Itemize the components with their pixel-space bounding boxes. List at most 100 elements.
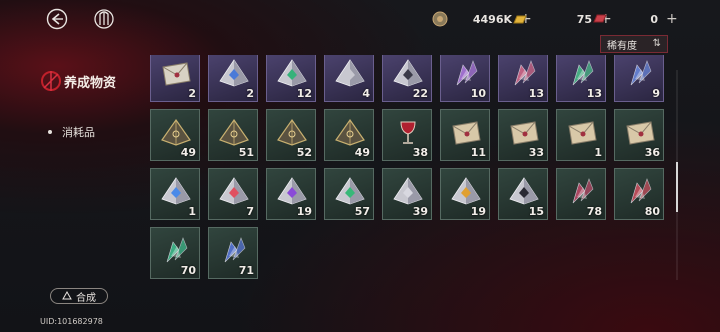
- item-count: 71: [238, 264, 254, 277]
- letter-icon: [162, 62, 191, 86]
- inventory-item-slot[interactable]: 49: [324, 109, 374, 161]
- item-count: 49: [354, 146, 370, 159]
- inventory-item-slot[interactable]: 1: [150, 168, 200, 220]
- home-emblem-icon[interactable]: [94, 8, 114, 30]
- inventory-item-slot[interactable]: 13: [556, 55, 606, 102]
- item-count: 2: [188, 87, 196, 100]
- item-count: 9: [652, 87, 660, 100]
- inventory-item-slot[interactable]: 2: [208, 55, 258, 102]
- gold-pyramid-icon: [335, 118, 365, 146]
- inventory-item-slot[interactable]: 33: [498, 109, 548, 161]
- inventory-item-slot[interactable]: 71: [208, 227, 258, 279]
- compose-icon: [62, 291, 72, 300]
- inventory-item-slot[interactable]: 1: [556, 109, 606, 161]
- resource-ticket-add-button[interactable]: +: [666, 11, 678, 27]
- letter-icon: [510, 121, 539, 145]
- item-count: 1: [594, 146, 602, 159]
- item-count: 70: [180, 264, 196, 277]
- item-count: 52: [296, 146, 312, 159]
- scrollbar-thumb[interactable]: [676, 162, 678, 212]
- letter-icon: [626, 121, 655, 145]
- crystal-shard-icon: [572, 60, 594, 86]
- gem-pyramid-icon: [335, 177, 365, 205]
- sidebar-item-consumables[interactable]: 消耗品: [48, 124, 95, 140]
- back-icon[interactable]: [46, 8, 68, 30]
- inventory-item-slot[interactable]: 80: [614, 168, 664, 220]
- inventory-item-slot[interactable]: 49: [150, 109, 200, 161]
- item-count: 7: [246, 205, 254, 218]
- gem-pyramid-icon: [509, 177, 539, 205]
- sort-rarity-button[interactable]: 稀有度 ⇅: [600, 35, 668, 53]
- item-count: 10: [470, 87, 486, 100]
- inventory-item-slot[interactable]: 15: [498, 168, 548, 220]
- item-count: 80: [644, 205, 660, 218]
- inventory-item-slot[interactable]: 57: [324, 168, 374, 220]
- gold-pyramid-icon: [161, 118, 191, 146]
- sort-arrows-icon: ⇅: [652, 38, 661, 49]
- inventory-item-slot[interactable]: 19: [266, 168, 316, 220]
- inventory-item-slot[interactable]: 39: [382, 168, 432, 220]
- inventory-item-slot[interactable]: 2: [150, 55, 200, 102]
- sort-label: 稀有度: [607, 40, 637, 52]
- inventory-item-slot[interactable]: 38: [382, 109, 432, 161]
- gem-pyramid-icon: [277, 177, 307, 205]
- gem-pyramid-icon: [219, 59, 249, 87]
- inventory-item-slot[interactable]: 12: [266, 55, 316, 102]
- inventory-item-slot[interactable]: 9: [614, 55, 664, 102]
- crystal-shard-icon: [572, 178, 594, 204]
- coin-icon: [432, 11, 448, 27]
- inventory-item-slot[interactable]: 36: [614, 109, 664, 161]
- bullet-dot: [48, 130, 52, 134]
- gem-pyramid-icon: [393, 59, 423, 87]
- gem-pyramid-icon: [451, 177, 481, 205]
- gold-bar-icon: [513, 15, 527, 24]
- item-count: 36: [644, 146, 660, 159]
- item-count: 15: [528, 205, 544, 218]
- item-count: 1: [188, 205, 196, 218]
- sidebar-item-consumables-label: 消耗品: [62, 126, 95, 139]
- compose-button[interactable]: 合成: [50, 288, 108, 304]
- item-count: 39: [412, 205, 428, 218]
- gem-pyramid-icon: [393, 177, 423, 205]
- resource-gold-value: 75: [576, 12, 592, 26]
- letter-icon: [568, 121, 597, 145]
- inventory-item-slot[interactable]: 10: [440, 55, 490, 102]
- compose-label: 合成: [76, 292, 96, 304]
- inventory-item-slot[interactable]: 78: [556, 168, 606, 220]
- resource-ticket: 0 +: [592, 10, 678, 28]
- item-count: 11: [470, 146, 486, 159]
- crystal-shard-icon: [166, 237, 188, 263]
- item-count: 19: [470, 205, 486, 218]
- inventory-item-slot[interactable]: 7: [208, 168, 258, 220]
- crystal-shard-icon: [456, 60, 478, 86]
- gold-pyramid-icon: [219, 118, 249, 146]
- item-count: 51: [238, 146, 254, 159]
- inventory-item-slot[interactable]: 22: [382, 55, 432, 102]
- item-count: 78: [586, 205, 602, 218]
- sidebar-item-materials[interactable]: 养成物资: [38, 68, 138, 92]
- item-count: 13: [528, 87, 544, 100]
- item-count: 12: [296, 87, 312, 100]
- item-count: 57: [354, 205, 370, 218]
- item-count: 4: [362, 87, 370, 100]
- crystal-shard-icon: [630, 60, 652, 86]
- item-count: 19: [296, 205, 312, 218]
- sidebar-item-materials-label: 养成物资: [64, 76, 117, 91]
- inventory-item-slot[interactable]: 51: [208, 109, 258, 161]
- item-count: 38: [412, 146, 428, 159]
- gold-pyramid-icon: [277, 118, 307, 146]
- inventory-item-slot[interactable]: 19: [440, 168, 490, 220]
- item-count: 2: [246, 87, 254, 100]
- inventory-item-slot[interactable]: 4: [324, 55, 374, 102]
- gem-pyramid-icon: [335, 59, 365, 87]
- red-ticket-icon: [593, 14, 607, 23]
- crystal-shard-icon: [514, 60, 536, 86]
- inventory-item-slot[interactable]: 52: [266, 109, 316, 161]
- letter-icon: [452, 121, 481, 145]
- item-grid: 2 2 12 4 22 10 13 13 9 49 51 52 49 38 11…: [150, 55, 664, 279]
- red-rune-icon: [41, 71, 61, 91]
- inventory-item-slot[interactable]: 70: [150, 227, 200, 279]
- gem-pyramid-icon: [277, 59, 307, 87]
- inventory-item-slot[interactable]: 13: [498, 55, 548, 102]
- inventory-item-slot[interactable]: 11: [440, 109, 490, 161]
